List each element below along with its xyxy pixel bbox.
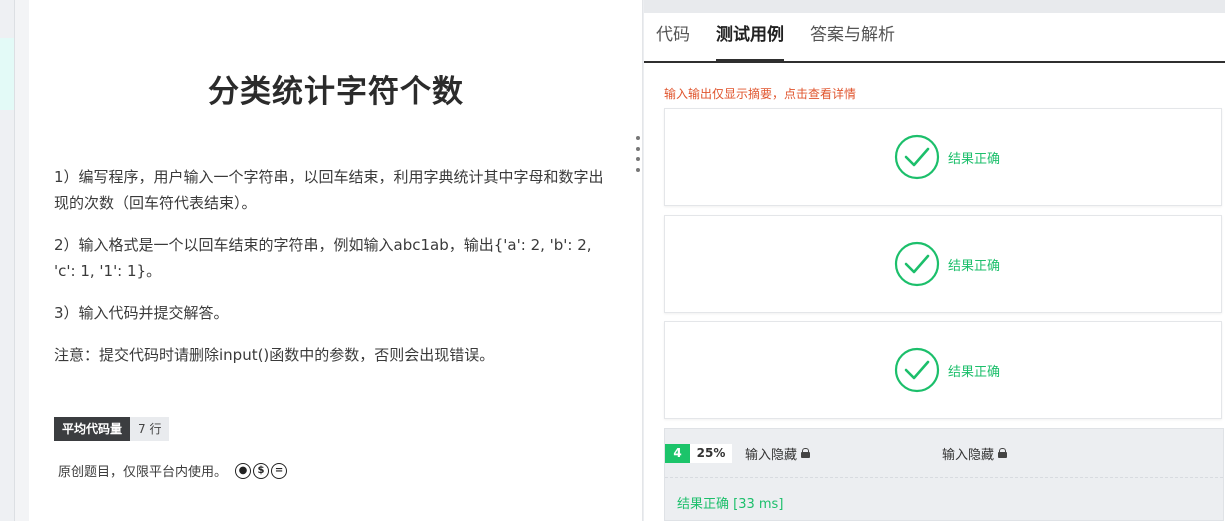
test-result-card[interactable]: 结果正确 [664, 108, 1222, 206]
lock-icon [998, 448, 1008, 458]
right-panel-header-strip [644, 0, 1225, 13]
panel-resize-handle[interactable] [636, 136, 640, 172]
summary-divider [665, 477, 1223, 478]
tab-code[interactable]: 代码 [656, 13, 690, 61]
test-panel: 代码 测试用例 答案与解析 输入输出仅显示摘要，点击查看详情 结果正确 结果正确 [644, 0, 1225, 521]
check-circle-icon [894, 134, 940, 180]
tab-test-cases[interactable]: 测试用例 [716, 13, 784, 61]
avg-code-label: 平均代码量 [54, 417, 131, 441]
summary-result-text: 结果正确 [33 ms] [677, 497, 784, 512]
cc-nd-icon: = [271, 462, 288, 479]
avg-code-value: 7 行 [130, 417, 170, 441]
grip-dot-icon [636, 136, 640, 140]
case-number-badge: 4 [665, 443, 690, 463]
output-hidden-label: 输入隐藏 [942, 447, 995, 463]
description-paragraph-1: 1）编写程序，用户输入一个字符串，以回车结束，利用字典统计其中字母和数字出现的次… [54, 168, 604, 212]
result-label: 结果正确 [947, 151, 1000, 167]
problem-panel: 分类统计字符个数 1）编写程序，用户输入一个字符串，以回车结束，利用字典统计其中… [29, 0, 643, 521]
grip-dot-icon [636, 157, 640, 162]
app-root: 分类统计字符个数 1）编写程序，用户输入一个字符串，以回车结束，利用字典统计其中… [0, 0, 1225, 521]
license-notice: 原创题目，仅限平台内使用。 ● $ = [58, 461, 288, 480]
cc-by-icon: ● [235, 462, 252, 479]
grip-dot-icon [636, 146, 640, 151]
input-hidden-label: 输入隐藏 [745, 447, 798, 463]
output-hidden-field: 输入隐藏 [942, 444, 1008, 463]
case-percent-badge: 25% [690, 443, 732, 463]
io-summary-notice[interactable]: 输入输出仅显示摘要，点击查看详情 [664, 85, 856, 102]
summary-header-row: 4 25% 输入隐藏 输入隐藏 [665, 443, 1223, 463]
tab-bar: 代码 测试用例 答案与解析 [644, 13, 1225, 63]
avg-code-stat: 平均代码量 7 行 [54, 417, 170, 441]
input-hidden-field: 输入隐藏 [745, 444, 811, 463]
gutter-highlight [0, 38, 14, 110]
test-result-card[interactable]: 结果正确 [664, 321, 1222, 419]
result-label: 结果正确 [947, 364, 1000, 380]
result-label: 结果正确 [947, 258, 1000, 274]
test-result-card[interactable]: 结果正确 [664, 215, 1222, 313]
check-circle-icon [894, 347, 940, 393]
license-text: 原创题目，仅限平台内使用。 [58, 465, 228, 480]
problem-title: 分类统计字符个数 [208, 74, 464, 110]
description-paragraph-2: 2）输入格式是一个以回车结束的字符串，例如输入abc1ab，输出{'a': 2,… [54, 236, 592, 280]
cc-license-icons[interactable]: ● $ = [235, 462, 288, 479]
description-note: 注意：提交代码时请删除input()函数中的参数，否则会出现错误。 [54, 346, 495, 364]
panel-gap [15, 0, 29, 521]
test-case-summary[interactable]: 4 25% 输入隐藏 输入隐藏 结果正确 [33 ms] [664, 428, 1224, 521]
check-circle-icon [894, 241, 940, 287]
description-paragraph-3: 3）输入代码并提交解答。 [54, 304, 229, 322]
grip-dot-icon [636, 167, 640, 172]
lock-icon [801, 448, 811, 458]
problem-description: 1）编写程序，用户输入一个字符串，以回车结束，利用字典统计其中字母和数字出现的次… [54, 164, 614, 384]
cc-nc-icon: $ [253, 462, 270, 479]
tab-answer-analysis[interactable]: 答案与解析 [810, 13, 895, 61]
